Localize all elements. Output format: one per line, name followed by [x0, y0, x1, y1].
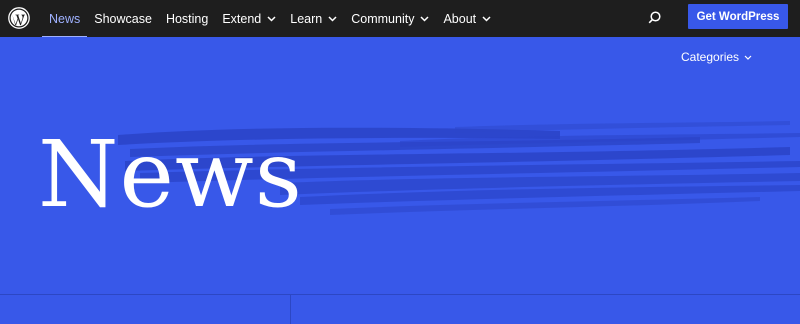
nav-item-label: Hosting [165, 11, 209, 26]
search-icon[interactable] [646, 9, 664, 27]
nav-item-learn[interactable]: Learn [283, 0, 344, 37]
primary-menu: News Showcase Hosting Extend Learn Commu… [42, 0, 498, 37]
nav-item-about[interactable]: About [436, 0, 498, 37]
chevron-down-icon [267, 15, 276, 22]
nav-item-label: About [443, 11, 477, 26]
chevron-down-icon [482, 15, 491, 22]
chevron-down-icon [420, 15, 429, 22]
nav-item-label: News [49, 11, 81, 26]
get-wordpress-label: Get WordPress [696, 10, 780, 23]
nav-item-hosting[interactable]: Hosting [159, 0, 215, 37]
chevron-down-icon [328, 15, 337, 22]
get-wordpress-button[interactable]: Get WordPress [688, 4, 788, 29]
divider [290, 295, 291, 324]
divider [0, 294, 800, 295]
nav-item-community[interactable]: Community [344, 0, 436, 37]
news-hero: Categories News [0, 37, 800, 324]
nav-item-label: Extend [222, 11, 262, 26]
nav-item-extend[interactable]: Extend [215, 0, 283, 37]
nav-item-news[interactable]: News [42, 0, 88, 37]
page-title: News [38, 121, 303, 228]
categories-dropdown[interactable]: Categories [681, 50, 752, 64]
nav-item-showcase[interactable]: Showcase [87, 0, 159, 37]
wordpress-logo-icon[interactable] [8, 7, 30, 29]
nav-item-label: Showcase [94, 11, 152, 26]
nav-item-label: Community [351, 11, 415, 26]
nav-item-label: Learn [290, 11, 323, 26]
chevron-down-icon [744, 55, 752, 60]
categories-label: Categories [681, 50, 740, 64]
top-navigation: News Showcase Hosting Extend Learn Commu… [0, 0, 800, 37]
